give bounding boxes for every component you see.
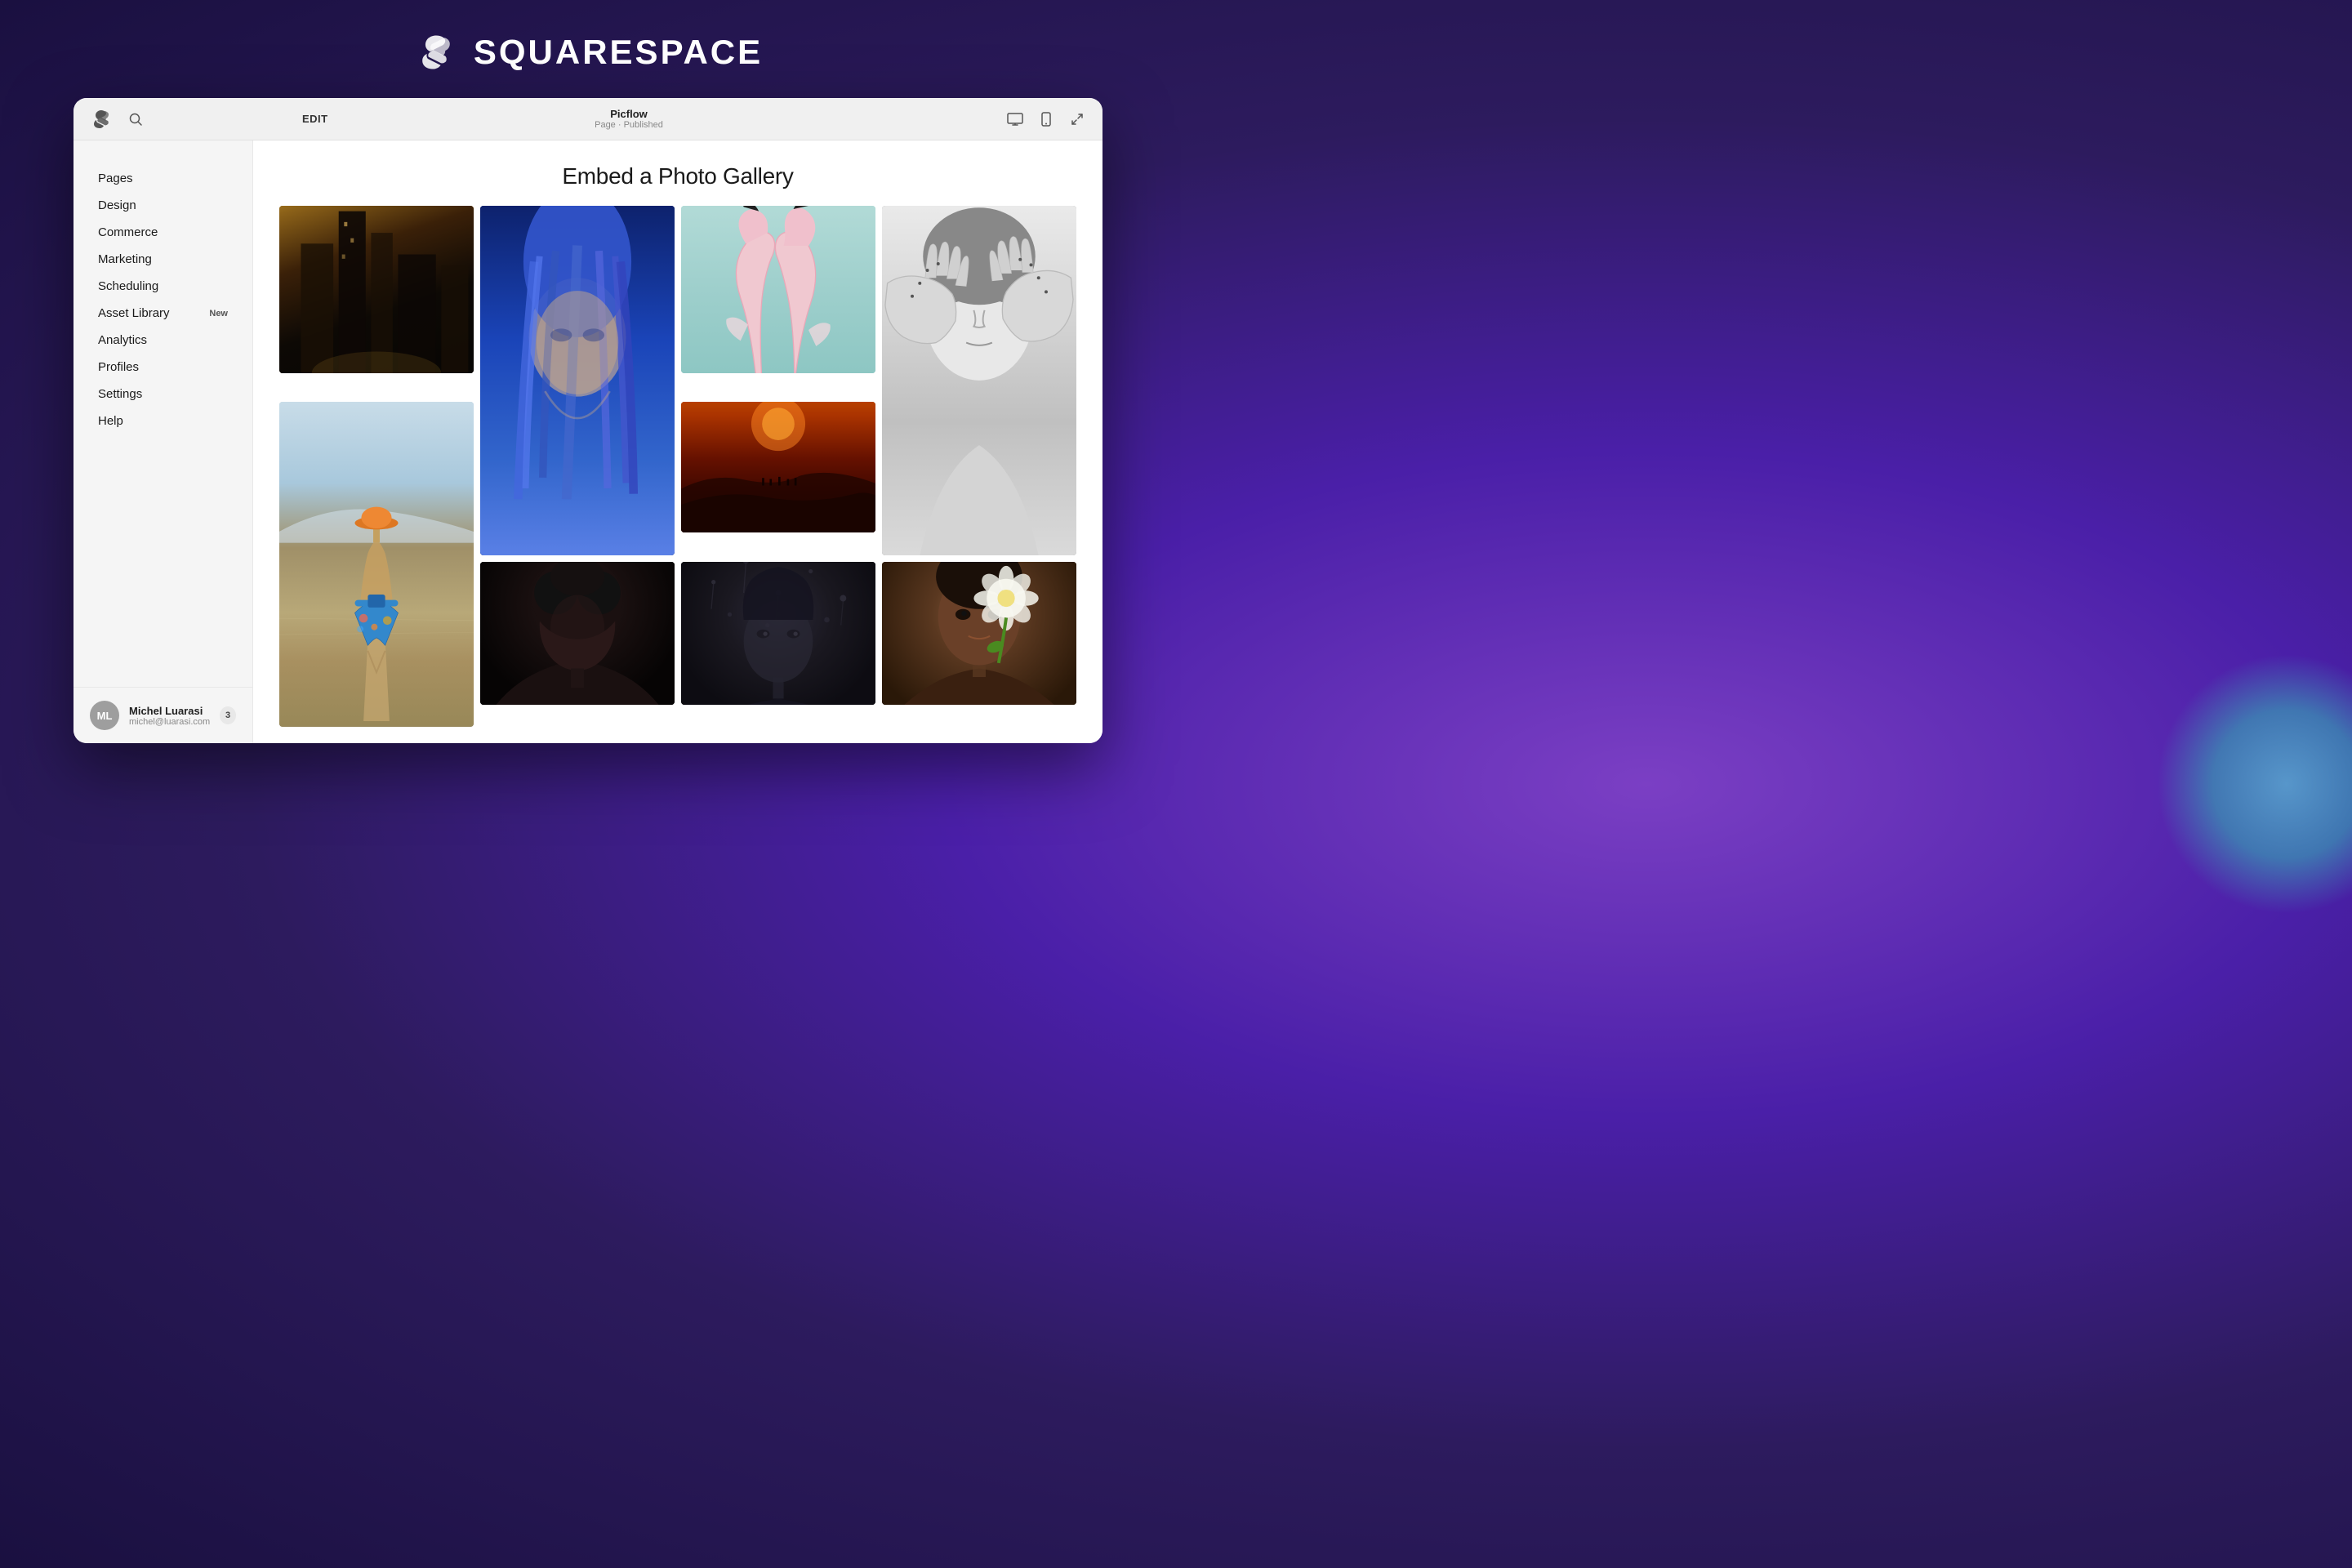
page-title: Embed a Photo Gallery: [253, 140, 1102, 206]
sidebar-item-pages[interactable]: Pages: [74, 165, 252, 192]
browser-topbar: EDIT Picflow Page · Published: [74, 98, 1102, 140]
brand-title: SQUARESPACE: [474, 33, 763, 72]
mobile-view-icon[interactable]: [1037, 110, 1055, 128]
squarespace-logo-icon: [413, 29, 459, 75]
gallery-photo-5[interactable]: [279, 402, 474, 727]
gallery-photo-6[interactable]: [480, 562, 675, 705]
gallery-photo-8[interactable]: [882, 562, 1076, 705]
gallery-photo-1[interactable]: [279, 206, 474, 373]
topbar-left: [90, 108, 270, 131]
squarespace-header: SQUARESPACE: [0, 0, 1176, 98]
edit-button[interactable]: EDIT: [302, 113, 328, 125]
content-area: Embed a Photo Gallery: [253, 140, 1102, 743]
topbar-center: EDIT Picflow Page · Published: [270, 108, 988, 130]
asset-library-badge: New: [209, 309, 228, 318]
search-button[interactable]: [124, 108, 147, 131]
sidebar-item-asset-library[interactable]: Asset Library New: [74, 300, 252, 327]
sidebar-item-settings[interactable]: Settings: [74, 381, 252, 408]
topbar-right: [988, 110, 1086, 128]
gallery-photo-9[interactable]: [681, 562, 875, 705]
squarespace-small-logo-icon: [90, 108, 113, 131]
gallery-photo-7[interactable]: [681, 402, 875, 532]
sidebar-item-marketing[interactable]: Marketing: [74, 246, 252, 273]
notification-badge[interactable]: 3: [220, 706, 236, 724]
desktop-view-icon[interactable]: [1006, 110, 1024, 128]
user-name: Michel Luarasi: [129, 705, 210, 717]
expand-icon[interactable]: [1068, 110, 1086, 128]
photo-gallery: [253, 206, 1102, 743]
user-profile-area[interactable]: ML Michel Luarasi michel@luarasi.com 3: [74, 687, 252, 743]
sidebar-item-commerce[interactable]: Commerce: [74, 219, 252, 246]
sidebar-item-design[interactable]: Design: [74, 192, 252, 219]
sidebar-item-help[interactable]: Help: [74, 408, 252, 434]
sidebar: Pages Design Commerce Marketing Scheduli…: [74, 140, 253, 743]
sidebar-item-profiles[interactable]: Profiles: [74, 354, 252, 381]
sidebar-item-scheduling[interactable]: Scheduling: [74, 273, 252, 300]
user-info: Michel Luarasi michel@luarasi.com: [129, 705, 210, 727]
browser-window: EDIT Picflow Page · Published: [74, 98, 1102, 743]
user-email: michel@luarasi.com: [129, 717, 210, 727]
gallery-photo-2[interactable]: [480, 206, 675, 555]
site-status: Page · Published: [595, 120, 663, 130]
gallery-photo-4[interactable]: [882, 206, 1076, 555]
main-area: Pages Design Commerce Marketing Scheduli…: [74, 140, 1102, 743]
gallery-photo-3[interactable]: [681, 206, 875, 373]
avatar: ML: [90, 701, 119, 730]
site-name: Picflow: [610, 108, 648, 120]
sidebar-item-analytics[interactable]: Analytics: [74, 327, 252, 354]
